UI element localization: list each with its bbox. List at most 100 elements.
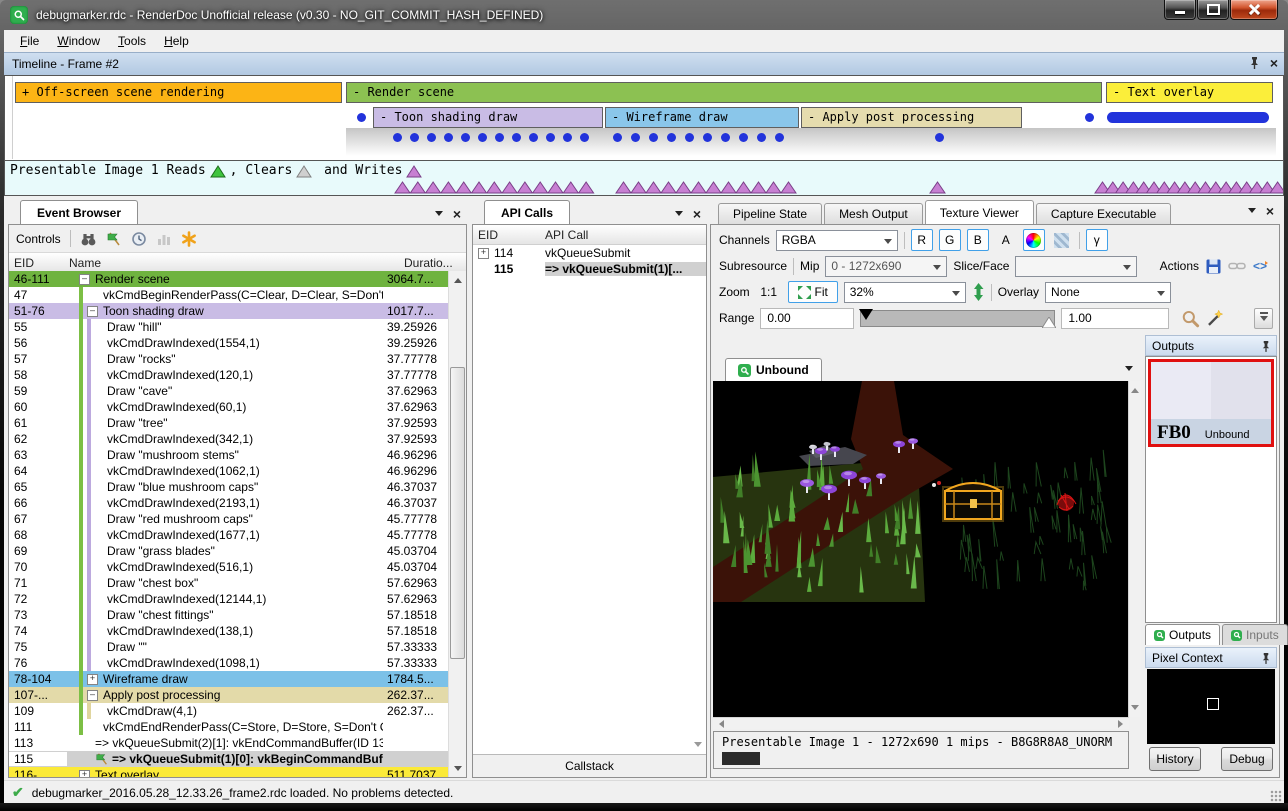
event-row[interactable]: 55Draw "hill"39.25926 — [9, 319, 449, 335]
save-icon[interactable] — [1205, 258, 1222, 275]
drawcall-dot[interactable] — [357, 113, 366, 122]
tab-api-calls[interactable]: API Calls — [484, 200, 570, 224]
event-row[interactable]: 47vkCmdBeginRenderPass(C=Clear, D=Clear,… — [9, 287, 449, 303]
tab-pipeline-state[interactable]: Pipeline State — [718, 203, 822, 224]
timeline-marker-bar[interactable]: - Render scene — [346, 82, 1102, 103]
event-row[interactable]: 70vkCmdDrawIndexed(516,1)45.03704 — [9, 559, 449, 575]
slice-face-combo[interactable] — [1015, 256, 1137, 277]
drawcall-dot[interactable] — [444, 133, 453, 142]
event-row[interactable]: 61Draw "tree"37.92593 — [9, 415, 449, 431]
texture-vertical-scrollbar[interactable] — [1128, 381, 1141, 717]
timeline-marker-bar[interactable]: + Off-screen scene rendering — [15, 82, 342, 103]
event-row[interactable]: 63Draw "mushroom stems"46.96296 — [9, 447, 449, 463]
event-row[interactable]: 67Draw "red mushroom caps"45.77778 — [9, 511, 449, 527]
channel-a-button[interactable]: A — [995, 229, 1017, 251]
scrollbar-thumb[interactable] — [450, 367, 465, 659]
event-browser-scrollbar[interactable] — [448, 271, 466, 777]
chevron-down-icon[interactable] — [1248, 208, 1256, 217]
api-calls-close-icon[interactable]: × — [693, 208, 701, 220]
callstack-collapse-icon[interactable] — [694, 740, 702, 751]
open-code-icon[interactable]: <> — [1252, 258, 1269, 274]
clock-icon[interactable] — [131, 231, 147, 247]
event-row[interactable]: 73Draw "chest fittings"57.18518 — [9, 607, 449, 623]
event-row[interactable]: 115=> vkQueueSubmit(1)[0]: vkBeginComman… — [9, 751, 449, 767]
channels-combo[interactable]: RGBA — [776, 230, 898, 251]
output-fb0-thumbnail[interactable]: FB0 Unbound — [1148, 359, 1274, 447]
column-duration[interactable]: Duratio... — [400, 256, 466, 270]
pin-icon[interactable] — [1261, 652, 1271, 664]
timeline-marker-bar[interactable]: - Apply post processing — [801, 107, 1022, 128]
menu-item-help[interactable]: Help — [156, 32, 197, 50]
close-button[interactable] — [1230, 0, 1278, 20]
pin-icon[interactable] — [1261, 340, 1271, 352]
range-slider[interactable] — [860, 310, 1056, 327]
menu-item-tools[interactable]: Tools — [110, 32, 154, 50]
drawcall-dot[interactable] — [739, 133, 748, 142]
chevron-down-icon[interactable] — [675, 211, 683, 220]
tab-outputs[interactable]: Outputs — [1145, 624, 1220, 645]
event-row[interactable]: 71Draw "chest box"57.62963 — [9, 575, 449, 591]
event-row[interactable]: 69Draw "grass blades"45.03704 — [9, 543, 449, 559]
event-row[interactable]: 66vkCmdDrawIndexed(2193,1)46.37037 — [9, 495, 449, 511]
debug-button[interactable]: Debug — [1221, 747, 1273, 771]
drawcall-dot[interactable] — [721, 133, 730, 142]
expand-box[interactable]: – — [87, 690, 98, 701]
tab-texture-viewer[interactable]: Texture Viewer — [925, 200, 1034, 224]
drawcall-dot[interactable] — [427, 133, 436, 142]
drawcall-dot[interactable] — [685, 133, 694, 142]
zoom-1to1-button[interactable]: 1:1 — [756, 281, 782, 303]
drawcall-capsule[interactable] — [1107, 112, 1269, 123]
event-row[interactable]: 72vkCmdDrawIndexed(12144,1)57.62963 — [9, 591, 449, 607]
event-row[interactable]: 111vkCmdEndRenderPass(C=Store, D=Store, … — [9, 719, 449, 735]
event-row[interactable]: 60vkCmdDrawIndexed(60,1)37.62963 — [9, 399, 449, 415]
color-wheel-button[interactable] — [1023, 229, 1045, 251]
range-min-input[interactable]: 0.00 — [760, 308, 853, 329]
expand-box[interactable]: + — [79, 770, 90, 778]
texture-horizontal-scrollbar[interactable] — [713, 717, 1129, 729]
drawcall-dot[interactable] — [461, 133, 470, 142]
drawcall-dot[interactable] — [1085, 113, 1094, 122]
event-row[interactable]: 78-104+Wireframe draw1784.5... — [9, 671, 449, 687]
range-zoom-icon[interactable] — [1181, 309, 1200, 328]
api-row[interactable]: +114vkQueueSubmit — [473, 245, 706, 261]
api-row[interactable]: 115=> vkQueueSubmit(1)[... — [473, 261, 706, 277]
event-row[interactable]: 113=> vkQueueSubmit(2)[1]: vkEndCommandB… — [9, 735, 449, 751]
panel-close-icon[interactable]: × — [1266, 205, 1274, 217]
expand-box[interactable]: – — [79, 274, 90, 285]
autofit-wand-icon[interactable] — [1206, 309, 1225, 328]
scroll-down-button[interactable] — [449, 761, 466, 777]
drawcall-dot[interactable] — [478, 133, 487, 142]
event-row[interactable]: 58vkCmdDrawIndexed(120,1)37.77778 — [9, 367, 449, 383]
channel-g-button[interactable]: G — [939, 229, 961, 251]
tab-inputs[interactable]: Inputs — [1222, 624, 1288, 645]
event-row[interactable]: 51-76–Toon shading draw1017.7... — [9, 303, 449, 319]
history-button[interactable]: History — [1149, 747, 1201, 771]
column-eid[interactable]: EID — [9, 256, 67, 270]
tab-event-browser[interactable]: Event Browser — [20, 200, 138, 224]
column-api-call[interactable]: API Call — [545, 228, 706, 242]
drawcall-dot[interactable] — [775, 133, 784, 142]
drawcall-dot[interactable] — [580, 133, 589, 142]
event-row[interactable]: 62vkCmdDrawIndexed(342,1)37.92593 — [9, 431, 449, 447]
drawcall-dot[interactable] — [703, 133, 712, 142]
drawcall-dot[interactable] — [512, 133, 521, 142]
drawcall-dot[interactable] — [393, 133, 402, 142]
texture-image-view[interactable] — [713, 381, 1129, 717]
event-row[interactable]: 76vkCmdDrawIndexed(1098,1)57.33333 — [9, 655, 449, 671]
chevron-down-icon[interactable] — [1125, 366, 1133, 375]
column-eid[interactable]: EID — [473, 228, 545, 242]
checker-backdrop-button[interactable] — [1051, 229, 1073, 251]
timeline-marker-bar[interactable]: - Text overlay — [1106, 82, 1273, 103]
toolbar-overflow-button[interactable] — [1254, 308, 1273, 329]
drawcall-dot[interactable] — [495, 133, 504, 142]
channel-b-button[interactable]: B — [967, 229, 989, 251]
timeline-marker-bar[interactable]: - Wireframe draw — [605, 107, 799, 128]
event-row[interactable]: 116-...+Text overlay511.7037 — [9, 767, 449, 777]
event-row[interactable]: 59Draw "cave"37.62963 — [9, 383, 449, 399]
range-max-input[interactable]: 1.00 — [1061, 308, 1169, 329]
expand-box[interactable]: – — [87, 306, 98, 317]
chevron-down-icon[interactable] — [435, 211, 443, 220]
zoom-fit-button[interactable]: Fit — [788, 281, 838, 303]
resize-grip[interactable] — [1270, 790, 1282, 802]
event-row[interactable]: 74vkCmdDrawIndexed(138,1)57.18518 — [9, 623, 449, 639]
